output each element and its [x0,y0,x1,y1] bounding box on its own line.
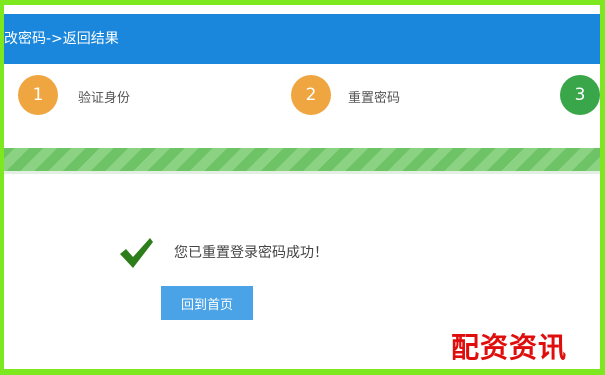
page-header: 改密码->返回结果 [4,14,600,64]
progress-bar [4,148,600,171]
check-icon [120,238,153,268]
step-1-circle: 1 [18,75,58,115]
step-indicator: 1 验证身份 2 重置密码 3 [4,64,600,152]
breadcrumb-title: 改密码->返回结果 [4,31,119,47]
page-frame: 改密码->返回结果 1 验证身份 2 重置密码 3 您已重置登录密码成功！ 回到… [4,5,600,369]
back-to-home-button[interactable]: 回到首页 [161,286,253,320]
step-2-circle: 2 [291,75,331,115]
watermark: 配资资讯 [451,331,568,364]
step-2-label: 重置密码 [348,91,401,106]
success-message: 您已重置登录密码成功！ [174,245,328,261]
step-3-circle: 3 [560,75,600,115]
step-1-label: 验证身份 [78,91,131,106]
